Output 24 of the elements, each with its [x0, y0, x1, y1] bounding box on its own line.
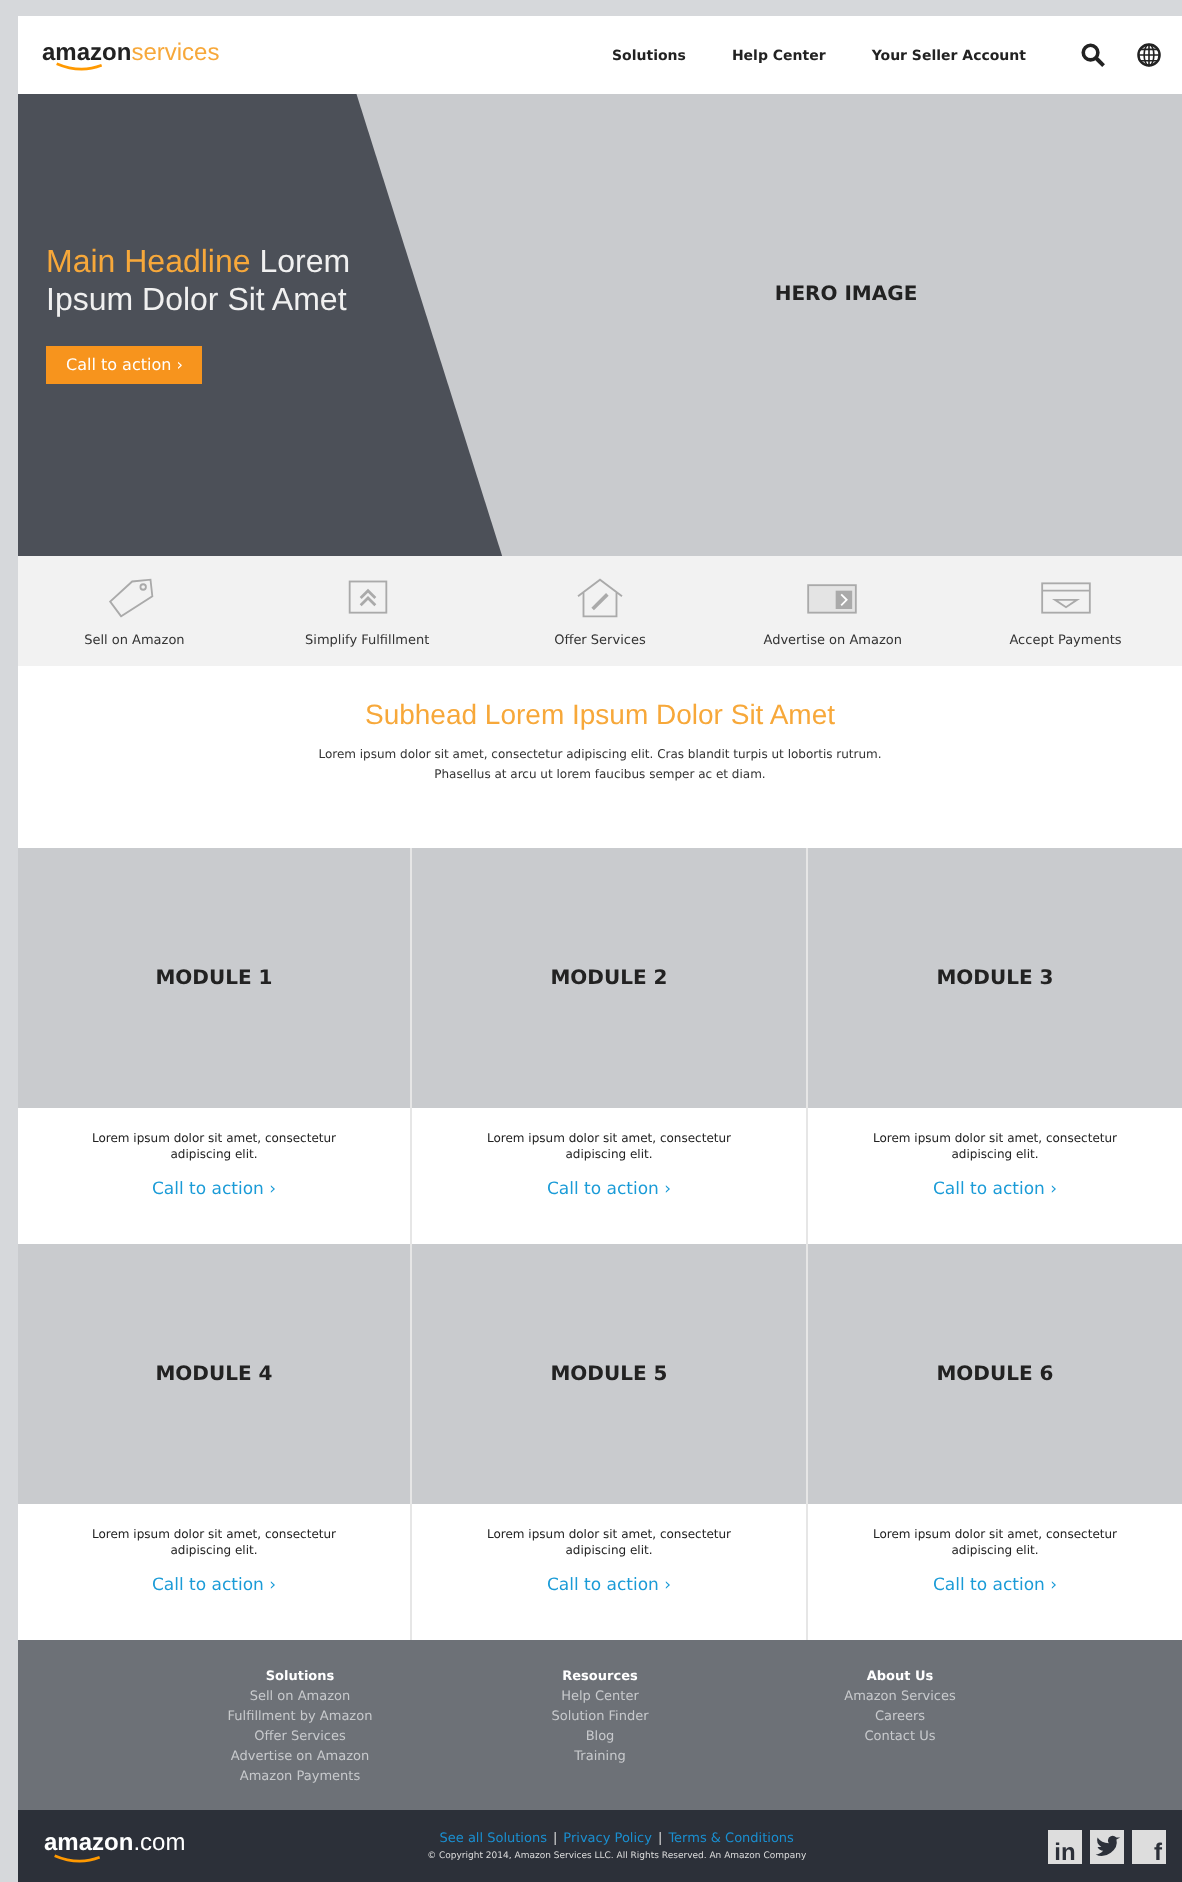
- hero-image-label: HERO IMAGE: [772, 284, 920, 306]
- module-title: MODULE 6: [936, 1363, 1054, 1385]
- facebook-icon[interactable]: f: [1131, 1829, 1166, 1863]
- subhead: Subhead Lorem Ipsum Dolor Sit Amet: [364, 698, 835, 730]
- call-to-action-link[interactable]: Call to action ›: [151, 1180, 277, 1200]
- module-title: MODULE 5: [550, 1363, 668, 1385]
- search-icon[interactable]: [1080, 42, 1106, 68]
- main-headline: Main Headline Lorem Ipsum Dolor Sit Amet: [46, 243, 353, 319]
- logo[interactable]: amazonservices: [42, 38, 220, 72]
- call-to-action-link[interactable]: Call to action ›: [932, 1576, 1058, 1596]
- globe-icon[interactable]: [1136, 42, 1162, 68]
- call-to-action-link[interactable]: Call to action ›: [151, 1576, 277, 1596]
- module-title: MODULE 2: [550, 967, 668, 989]
- logo[interactable]: amazon.com: [44, 1828, 186, 1864]
- call-to-action-link[interactable]: Call to action ›: [546, 1576, 672, 1596]
- call-to-action-link[interactable]: Call to action ›: [546, 1180, 672, 1200]
- module-title: MODULE 3: [936, 967, 1054, 989]
- call-to-action-link[interactable]: Call to action ›: [932, 1180, 1058, 1200]
- module-title: MODULE 1: [155, 967, 273, 989]
- module-title: MODULE 4: [155, 1363, 273, 1385]
- house-icon[interactable]: [571, 575, 628, 619]
- bird-icon[interactable]: [1089, 1829, 1124, 1863]
- call-to-action-button[interactable]: Call to action ›: [46, 345, 203, 383]
- linkedin-icon[interactable]: in: [1047, 1829, 1082, 1863]
